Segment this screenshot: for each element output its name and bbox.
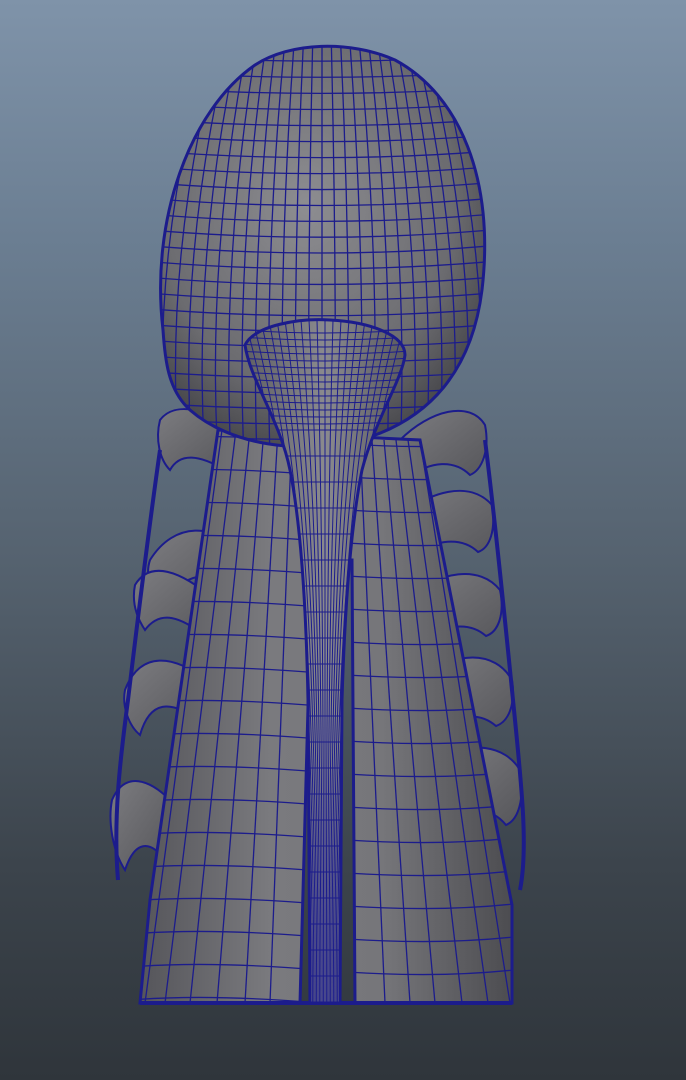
shoe-model-wireframe[interactable] [0, 0, 686, 1080]
maya-3d-viewport[interactable] [0, 0, 686, 1080]
